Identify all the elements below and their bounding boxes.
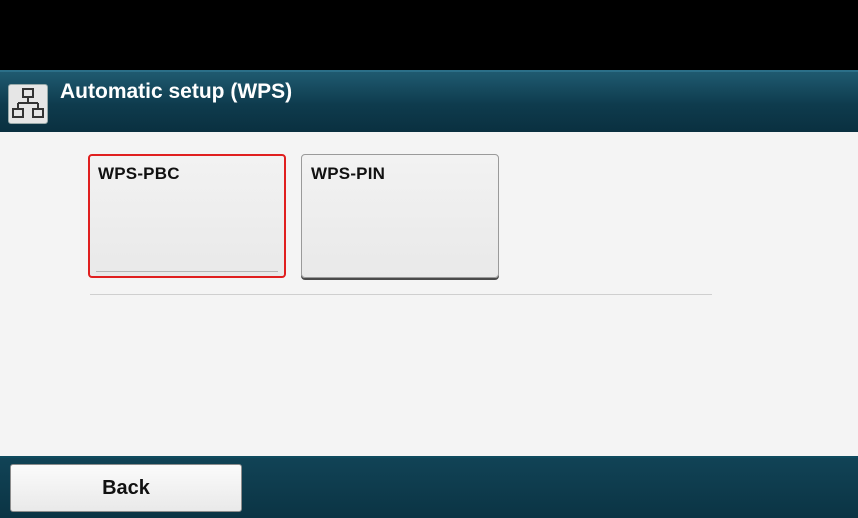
- content-area: WPS-PBC WPS-PIN: [0, 132, 858, 456]
- wps-pbc-label: WPS-PBC: [98, 164, 180, 183]
- printer-panel-screen: Automatic setup (WPS) WPS-PBC WPS-PIN Ba…: [0, 0, 858, 518]
- back-button[interactable]: Back: [10, 464, 242, 512]
- page-title: Automatic setup (WPS): [60, 80, 293, 103]
- divider: [90, 294, 712, 295]
- wps-pin-label: WPS-PIN: [311, 164, 386, 183]
- header-bar: Automatic setup (WPS): [0, 70, 858, 132]
- top-bezel: [0, 0, 858, 70]
- footer-bar: Back: [0, 456, 858, 518]
- wps-pin-button[interactable]: WPS-PIN: [301, 154, 499, 278]
- network-icon: [8, 84, 48, 124]
- wps-pbc-button[interactable]: WPS-PBC: [88, 154, 286, 278]
